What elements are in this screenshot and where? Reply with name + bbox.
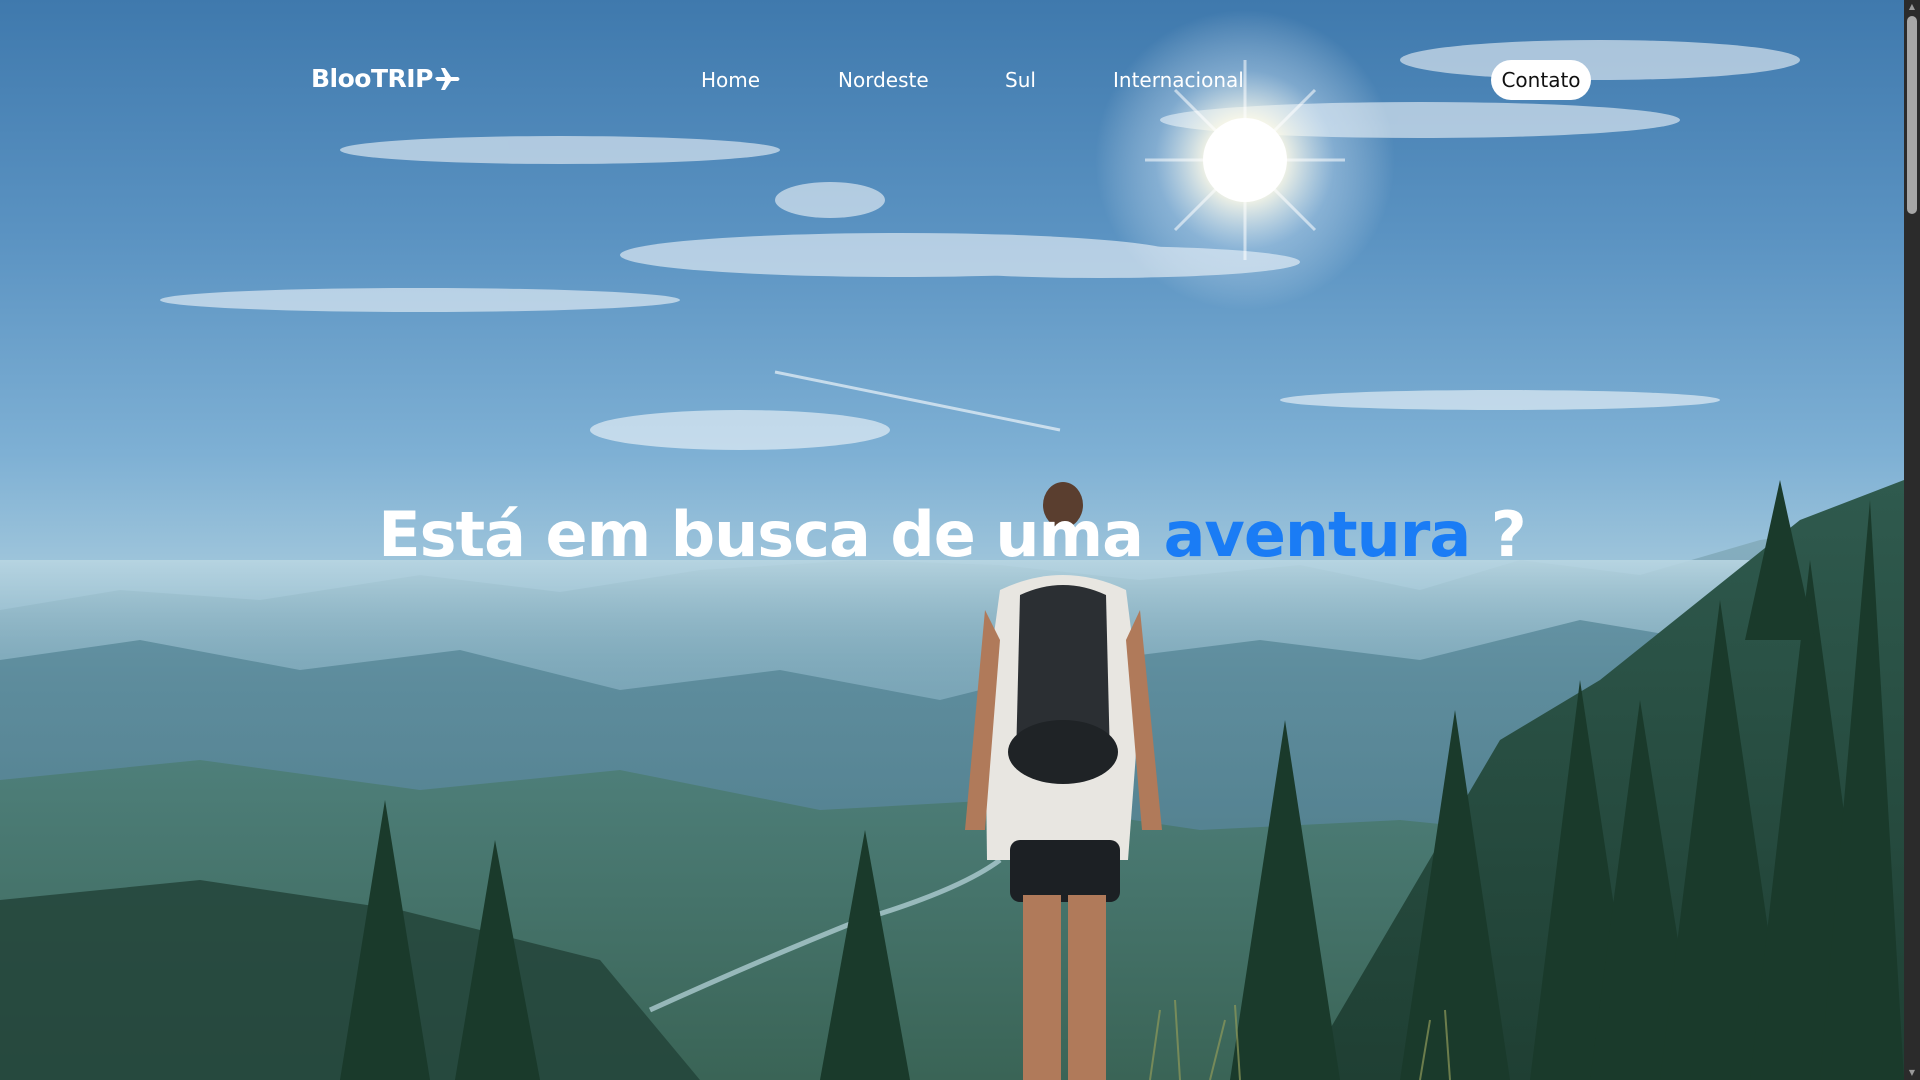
contact-button[interactable]: Contato (1491, 60, 1591, 100)
landing-page: BlooTRIP Home Nordeste Sul Internacional… (0, 0, 1920, 1080)
scrollbar-thumb[interactable] (1907, 16, 1917, 214)
brand-name: BlooTRIP (311, 64, 433, 93)
scroll-up-arrow-icon[interactable]: ▲ (1904, 0, 1920, 14)
nav-link-internacional[interactable]: Internacional (1113, 68, 1244, 92)
headline-accent-word: aventura (1163, 498, 1472, 571)
nav-link-home[interactable]: Home (701, 68, 760, 92)
headline-text-start: Está em busca de uma (378, 498, 1164, 571)
top-navigation: BlooTRIP Home Nordeste Sul Internacional… (0, 56, 1904, 104)
scroll-down-arrow-icon[interactable]: ▼ (1904, 1066, 1920, 1080)
brand-logo[interactable]: BlooTRIP (311, 64, 461, 93)
airplane-icon (434, 67, 461, 91)
vertical-scrollbar[interactable]: ▲ ▼ (1904, 0, 1920, 1080)
hero-headline: Está em busca de uma aventura ? (0, 498, 1904, 571)
nav-link-nordeste[interactable]: Nordeste (838, 68, 929, 92)
nav-link-sul[interactable]: Sul (1005, 68, 1036, 92)
headline-text-end: ? (1470, 498, 1527, 571)
